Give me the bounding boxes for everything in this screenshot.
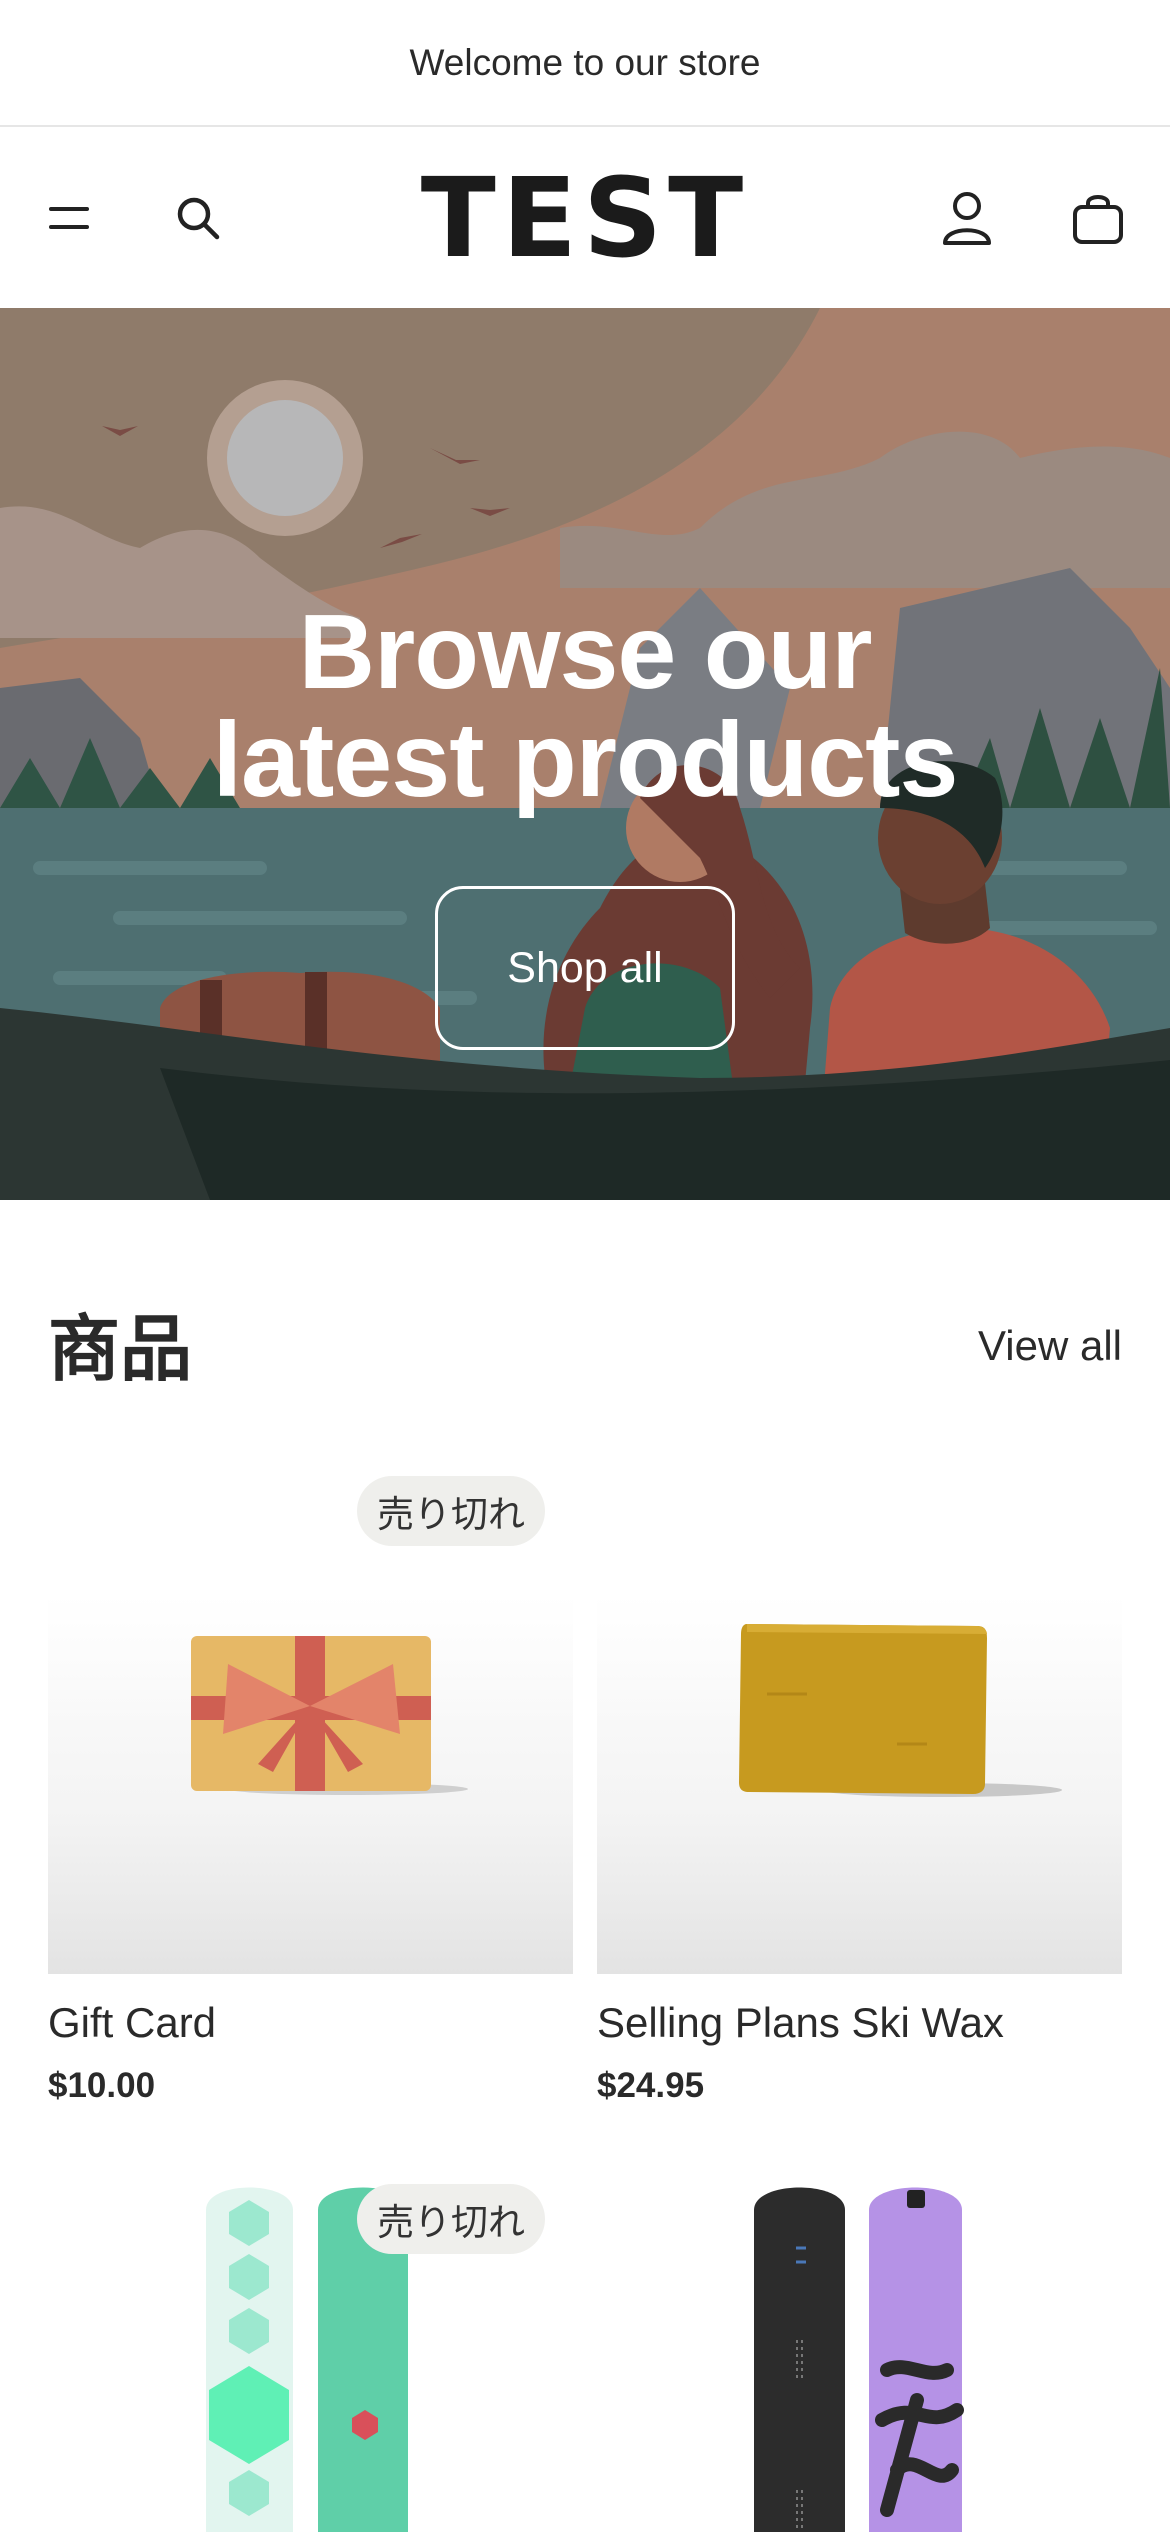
product-image[interactable] (48, 1594, 573, 1974)
product-price: $24.95 (597, 2066, 705, 2105)
hero-banner: Browse our latest products Shop all (0, 308, 1170, 1200)
product-price: $10.00 (48, 2066, 156, 2105)
product-name[interactable]: Selling Plans Ski Wax (597, 1999, 1004, 2047)
product-card-snowboard-2[interactable] (597, 2170, 1122, 2532)
cart-icon[interactable] (1043, 128, 1153, 308)
product-card-gift-card[interactable]: Gift Card $10.00 (48, 1594, 573, 2114)
view-all-link[interactable]: View all (978, 1322, 1122, 1370)
gift-box-image (191, 1636, 468, 1795)
announcement-text: Welcome to our store (409, 41, 761, 83)
product-card-ski-wax[interactable]: Selling Plans Ski Wax $24.95 (597, 1594, 1122, 2114)
site-header: TEST (0, 128, 1170, 308)
collection-title: 商品 (48, 1310, 193, 1390)
announcement-bar: Welcome to our store (0, 0, 1170, 127)
sold-out-badge: 売り切れ (357, 2184, 545, 2254)
hero-title-line-2: latest products (212, 701, 959, 819)
ski-wax-image (739, 1624, 1062, 1797)
product-name[interactable]: Gift Card (48, 1999, 216, 2047)
sold-out-badge: 売り切れ (357, 1476, 545, 1546)
hero-title-line-1: Browse our (298, 593, 872, 711)
hero-title: Browse our latest products (0, 598, 1170, 814)
snowboard-image (754, 2187, 964, 2532)
shop-all-button[interactable]: Shop all (435, 886, 735, 1050)
product-image[interactable] (597, 2170, 1122, 2532)
account-icon[interactable] (912, 128, 1022, 308)
product-image[interactable] (597, 1594, 1122, 1974)
